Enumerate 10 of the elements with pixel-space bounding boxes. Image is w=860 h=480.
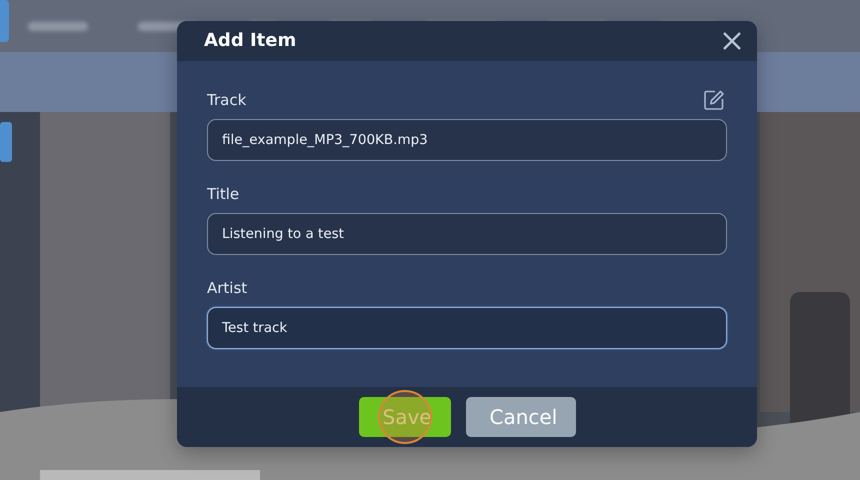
field-label: Title [207,184,240,205]
text-field[interactable]: Listening to a test [207,213,727,255]
text-field[interactable]: file_example_MP3_700KB.mp3 [207,119,727,161]
field-label: Track [207,90,246,111]
edit-icon [703,89,725,111]
close-icon [721,30,743,52]
text-field[interactable]: Test track [207,307,727,349]
field-label: Artist [207,278,248,299]
click-indicator [378,390,432,444]
dialog-title: Add Item [204,30,296,52]
